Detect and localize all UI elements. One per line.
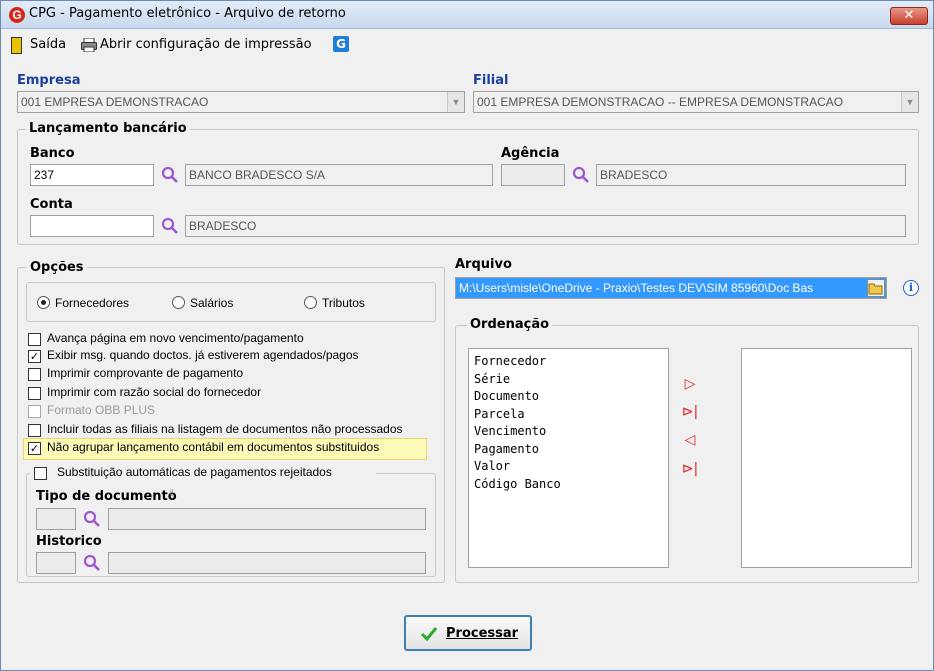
checkbox-incluir-filiais-label[interactable]: Incluir todas as filiais na listagem de … [47,422,403,436]
ordenacao-available-list[interactable]: Fornecedor Série Documento Parcela Venci… [468,348,669,568]
print-config-button[interactable]: Abrir configuração de impressão [100,37,312,52]
tipo-documento-code[interactable] [36,508,76,530]
title-bar: G CPG - Pagamento eletrônico - Arquivo d… [1,1,933,29]
move-all-left-icon[interactable]: ⊳| [681,460,699,478]
radio-salarios[interactable] [172,296,185,309]
banco-code-input[interactable]: 237 [30,164,154,186]
main-window: G CPG - Pagamento eletrônico - Arquivo d… [0,0,934,671]
window-title: CPG - Pagamento eletrônico - Arquivo de … [29,6,346,21]
checkbox-substituicao-label[interactable]: Substituição automáticas de pagamentos r… [57,465,332,479]
list-item[interactable]: Vencimento [474,424,546,438]
banco-name-field: BANCO BRADESCO S/A [185,164,493,186]
exit-icon[interactable] [11,37,22,54]
checkbox-imprimir-razao[interactable] [28,387,41,400]
checkbox-avanca-pagina[interactable] [28,333,41,346]
printer-icon[interactable] [81,37,97,53]
check-icon [420,627,438,642]
search-icon[interactable] [82,509,102,529]
checkbox-avanca-pagina-label[interactable]: Avança página em novo vencimento/pagamen… [47,331,304,345]
chevron-down-icon[interactable]: ▼ [447,92,464,112]
historico-name [108,552,426,574]
list-item[interactable]: Código Banco [474,477,561,491]
checkbox-exibir-msg[interactable]: ✓ [28,350,41,363]
app-logo-icon: G [9,7,25,23]
tipo-documento-name [108,508,426,530]
tipo-documento-label: Tipo de documento [36,489,177,504]
checkbox-imprimir-comprovante-label[interactable]: Imprimir comprovante de pagamento [47,366,243,380]
agencia-code-input[interactable] [501,164,565,186]
filial-label: Filial [473,73,509,88]
search-icon[interactable] [160,216,180,236]
exit-button[interactable]: Saída [30,37,66,52]
move-left-icon[interactable]: ◁ [681,431,699,449]
info-icon[interactable]: i [903,280,919,296]
radio-fornecedores-label[interactable]: Fornecedores [55,296,129,310]
checkbox-imprimir-comprovante[interactable] [28,368,41,381]
checkbox-nao-agrupar-label[interactable]: Não agrupar lançamento contábil em docum… [47,440,379,454]
radio-salarios-label[interactable]: Salários [190,296,233,310]
processar-label: Processar [446,626,519,641]
move-right-icon[interactable]: ▷ [681,375,699,393]
ordenacao-title: Ordenação [467,317,553,332]
close-button[interactable]: ✕ [890,7,928,25]
banco-label: Banco [30,146,75,161]
lancamento-title: Lançamento bancário [26,121,190,136]
arquivo-label: Arquivo [455,257,512,272]
opcoes-title: Opções [27,260,87,275]
filial-value: 001 EMPRESA DEMONSTRACAO -- EMPRESA DEMO… [477,95,844,109]
checkbox-nao-agrupar[interactable]: ✓ [28,442,41,455]
checkbox-formato-obb[interactable] [28,405,41,418]
filial-select[interactable]: 001 EMPRESA DEMONSTRACAO -- EMPRESA DEMO… [473,91,919,113]
checkbox-substituicao[interactable] [34,467,47,480]
search-icon[interactable] [160,165,180,185]
search-icon[interactable] [571,165,591,185]
checkbox-incluir-filiais[interactable] [28,424,41,437]
list-item[interactable]: Pagamento [474,442,539,456]
historico-code[interactable] [36,552,76,574]
checkbox-imprimir-razao-label[interactable]: Imprimir com razão social do fornecedor [47,385,261,399]
historico-label: Historico [36,534,102,549]
down-arrow-icon: ⇩ [168,489,176,499]
empresa-select[interactable]: 001 EMPRESA DEMONSTRACAO ▼ [17,91,465,113]
agencia-name-field: BRADESCO [596,164,906,186]
list-item[interactable]: Fornecedor [474,354,546,368]
empresa-label: Empresa [17,73,81,88]
list-item[interactable]: Série [474,372,510,386]
conta-label: Conta [30,197,73,212]
conta-name-field: BRADESCO [185,215,906,237]
agencia-label: Agência [501,146,560,161]
empresa-value: 001 EMPRESA DEMONSTRACAO [21,95,209,109]
list-item[interactable]: Valor [474,459,510,473]
app-g-icon[interactable]: G [333,36,349,52]
search-icon[interactable] [82,553,102,573]
checkbox-formato-obb-label[interactable]: Formato OBB PLUS [47,403,155,417]
move-all-right-icon[interactable]: ⊳| [681,403,699,421]
radio-tributos[interactable] [304,296,317,309]
arquivo-value: M:\Users\misle\OneDrive - Praxio\Testes … [459,281,814,295]
folder-open-icon[interactable] [867,279,885,297]
conta-code-input[interactable] [30,215,154,237]
processar-button[interactable]: Processar [404,615,532,651]
list-item[interactable]: Documento [474,389,539,403]
radio-tributos-label[interactable]: Tributos [322,296,365,310]
ordenacao-selected-list[interactable] [741,348,912,568]
radio-fornecedores[interactable] [37,296,50,309]
list-item[interactable]: Parcela [474,407,525,421]
checkbox-exibir-msg-label[interactable]: Exibir msg. quando doctos. já estiverem … [47,348,359,362]
arquivo-input[interactable]: M:\Users\misle\OneDrive - Praxio\Testes … [455,277,887,299]
chevron-down-icon[interactable]: ▼ [901,92,918,112]
